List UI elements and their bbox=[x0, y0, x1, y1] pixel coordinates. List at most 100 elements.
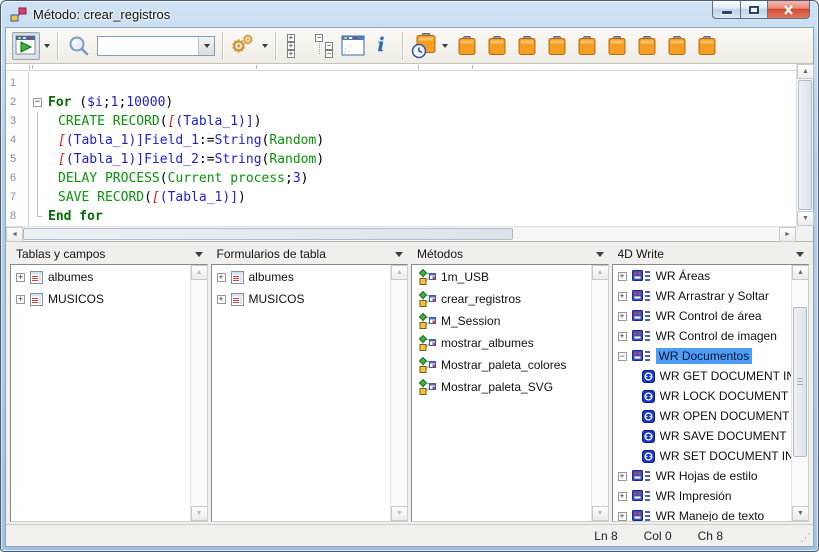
scroll-up-button[interactable]: ▲ bbox=[792, 265, 809, 280]
expand-box-icon[interactable]: + bbox=[217, 295, 226, 304]
expand-box-icon[interactable]: + bbox=[16, 273, 25, 282]
panel-list[interactable]: +albumes+MUSICOS ▲▼ bbox=[211, 264, 409, 522]
scroll-down-button[interactable]: ▼ bbox=[191, 506, 208, 521]
clipboard-button[interactable] bbox=[638, 36, 656, 56]
scrollbar-thumb[interactable] bbox=[23, 228, 513, 240]
tree-item[interactable]: +WR Arrastrar y Soltar bbox=[613, 286, 792, 306]
panel-header[interactable]: Formularios de tabla bbox=[211, 246, 409, 264]
tree-item[interactable]: +WR Áreas bbox=[613, 266, 792, 286]
minimize-button[interactable] bbox=[712, 1, 741, 19]
panel-dropdown-icon[interactable] bbox=[596, 252, 604, 257]
scroll-down-button[interactable]: ▼ bbox=[797, 211, 814, 226]
scroll-up-button[interactable]: ▲ bbox=[391, 265, 408, 280]
editor-horizontal-scrollbar[interactable]: ◄ ► bbox=[6, 226, 796, 241]
panel-dropdown-icon[interactable] bbox=[395, 252, 403, 257]
search-dropdown-button[interactable] bbox=[198, 37, 214, 55]
close-button[interactable] bbox=[768, 1, 810, 19]
resize-grip[interactable]: ⋰ bbox=[800, 531, 810, 544]
panel-dropdown-icon[interactable] bbox=[195, 252, 203, 257]
panel-list[interactable]: +albumes+MUSICOS ▲▼ bbox=[10, 264, 208, 522]
code-line[interactable]: CREATE RECORD([(Tabla_1)]) bbox=[30, 112, 796, 131]
panel-dropdown-icon[interactable] bbox=[796, 252, 804, 257]
expand-box-icon[interactable]: + bbox=[618, 332, 627, 341]
run-dropdown-caret[interactable] bbox=[44, 44, 50, 48]
recent-commands-button[interactable] bbox=[410, 32, 438, 60]
panel-scrollbar[interactable]: ▲▼ bbox=[190, 265, 207, 521]
tree-item[interactable]: M_Session bbox=[412, 310, 591, 332]
scroll-down-button[interactable]: ▼ bbox=[792, 506, 809, 521]
search-input[interactable] bbox=[98, 38, 198, 54]
expand-box-icon[interactable]: + bbox=[618, 472, 627, 481]
panel-scrollbar[interactable]: ▲▼ bbox=[591, 265, 608, 521]
panel-scrollbar[interactable]: ▲▼ bbox=[791, 265, 808, 521]
tree-item[interactable]: WR OPEN DOCUMENT bbox=[613, 406, 792, 426]
clipboard-button[interactable] bbox=[488, 36, 506, 56]
tree-item[interactable]: +albumes bbox=[11, 266, 190, 288]
tree-item[interactable]: +WR Impresión bbox=[613, 486, 792, 506]
scrollbar-thumb[interactable] bbox=[798, 80, 812, 210]
maximize-button[interactable] bbox=[741, 1, 768, 19]
tree-item[interactable]: +WR Control de área bbox=[613, 306, 792, 326]
expand-box-icon[interactable]: + bbox=[618, 492, 627, 501]
tree-item[interactable]: Mostrar_paleta_SVG bbox=[412, 376, 591, 398]
scroll-down-button[interactable]: ▼ bbox=[391, 506, 408, 521]
panel-header[interactable]: 4D Write bbox=[612, 246, 810, 264]
run-method-button[interactable] bbox=[12, 32, 40, 60]
clipboard-button[interactable] bbox=[668, 36, 686, 56]
code-line[interactable]: −For ($i;1;10000) bbox=[30, 93, 796, 112]
code-line[interactable]: [(Tabla_1)]Field_2:=String(Random) bbox=[30, 150, 796, 169]
tree-item[interactable]: mostrar_albumes bbox=[412, 332, 591, 354]
clipboard-button[interactable] bbox=[458, 36, 476, 56]
editor-vertical-scrollbar[interactable]: ▲ ▼ bbox=[796, 64, 813, 226]
panel-header[interactable]: Métodos bbox=[411, 246, 609, 264]
code-line[interactable]: DELAY PROCESS(Current process;3) bbox=[30, 169, 796, 188]
clipboard-button[interactable] bbox=[518, 36, 536, 56]
clipboard-button[interactable] bbox=[698, 36, 716, 56]
scrollbar-thumb[interactable] bbox=[793, 307, 807, 457]
scroll-up-button[interactable]: ▲ bbox=[592, 265, 609, 280]
tree-item[interactable]: +MUSICOS bbox=[212, 288, 391, 310]
expand-box-icon[interactable]: + bbox=[618, 512, 627, 521]
code-line[interactable] bbox=[30, 74, 796, 93]
tree-item[interactable]: −WR Documentos bbox=[613, 346, 792, 366]
tree-item[interactable]: 1m_USB bbox=[412, 266, 591, 288]
panel-list[interactable]: +WR Áreas+WR Arrastrar y Soltar+WR Contr… bbox=[612, 264, 810, 522]
tree-item[interactable]: Mostrar_paleta_colores bbox=[412, 354, 591, 376]
scroll-down-button[interactable]: ▼ bbox=[592, 506, 609, 521]
panel-list[interactable]: 1m_USBcrear_registrosM_Sessionmostrar_al… bbox=[411, 264, 609, 522]
titlebar[interactable]: Método: crear_registros bbox=[1, 1, 818, 27]
tree-item[interactable]: WR LOCK DOCUMENT bbox=[613, 386, 792, 406]
info-button[interactable]: i bbox=[367, 32, 395, 60]
code-line[interactable]: SAVE RECORD([(Tabla_1)]) bbox=[30, 188, 796, 207]
expand-box-icon[interactable]: + bbox=[16, 295, 25, 304]
tree-item[interactable]: WR SAVE DOCUMENT bbox=[613, 426, 792, 446]
show-form-button[interactable] bbox=[339, 32, 367, 60]
code-lines[interactable]: −For ($i;1;10000)CREATE RECORD([(Tabla_1… bbox=[30, 72, 796, 226]
expand-all-button[interactable]: + + + bbox=[283, 32, 311, 60]
tree-item[interactable]: WR SET DOCUMENT INFO bbox=[613, 446, 792, 466]
tree-item[interactable]: +WR Hojas de estilo bbox=[613, 466, 792, 486]
scroll-left-button[interactable]: ◄ bbox=[6, 227, 23, 242]
code-editor[interactable]: 12345678 −For ($i;1;10000)CREATE RECORD(… bbox=[6, 64, 813, 242]
clipboard-button[interactable] bbox=[578, 36, 596, 56]
expand-box-icon[interactable]: + bbox=[618, 292, 627, 301]
method-settings-button[interactable]: ⚙⚙ bbox=[230, 32, 258, 60]
scroll-up-button[interactable]: ▲ bbox=[191, 265, 208, 280]
code-line[interactable]: [(Tabla_1)]Field_1:=String(Random) bbox=[30, 131, 796, 150]
clipboard-button[interactable] bbox=[548, 36, 566, 56]
collapse-all-button[interactable]: − − − bbox=[311, 32, 339, 60]
expand-box-icon[interactable]: + bbox=[618, 312, 627, 321]
recent-dropdown-caret[interactable] bbox=[442, 44, 448, 48]
panel-scrollbar[interactable]: ▲▼ bbox=[390, 265, 407, 521]
tree-item[interactable]: +WR Control de imagen bbox=[613, 326, 792, 346]
tree-item[interactable]: +WR Manejo de texto bbox=[613, 506, 792, 521]
tree-item[interactable]: +MUSICOS bbox=[11, 288, 190, 310]
scroll-up-button[interactable]: ▲ bbox=[797, 64, 814, 79]
code-line[interactable]: End for bbox=[30, 207, 796, 226]
clipboard-button[interactable] bbox=[608, 36, 626, 56]
tree-item[interactable]: WR GET DOCUMENT INFO bbox=[613, 366, 792, 386]
fold-collapse-icon[interactable]: − bbox=[30, 93, 48, 112]
search-combobox[interactable] bbox=[97, 36, 215, 56]
expand-box-icon[interactable]: + bbox=[217, 273, 226, 282]
panel-header[interactable]: Tablas y campos bbox=[10, 246, 208, 264]
